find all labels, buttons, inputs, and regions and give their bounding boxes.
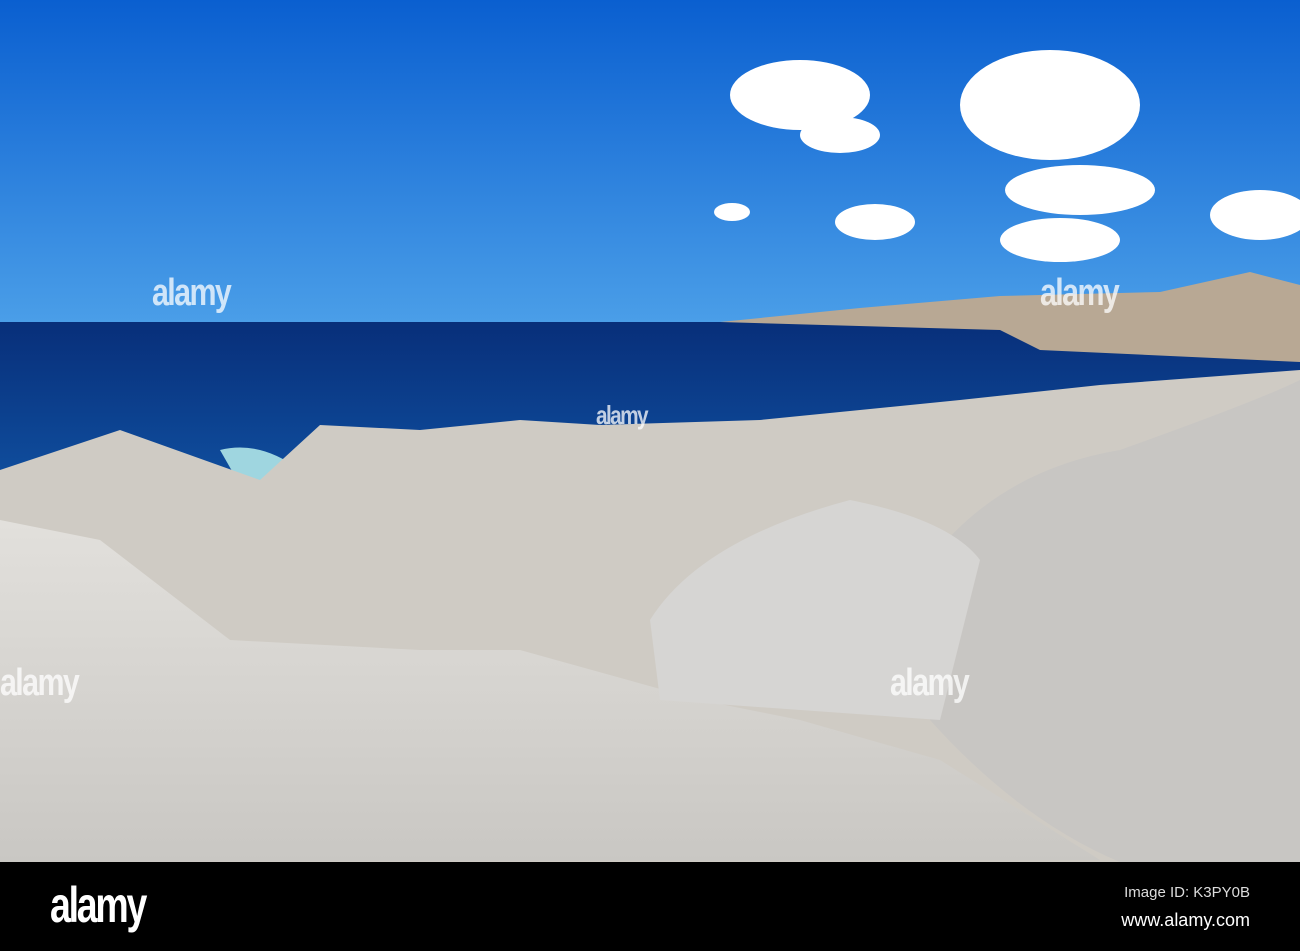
watermark: alamy xyxy=(0,662,80,704)
watermark: alamy xyxy=(596,400,649,430)
footer-bar: alamy Image ID: K3PY0B www.alamy.com xyxy=(0,862,1300,951)
site-url[interactable]: www.alamy.com xyxy=(1121,910,1250,931)
watermark: alamy xyxy=(152,272,232,314)
alamy-logo: alamy xyxy=(50,877,147,933)
watermark: alamy xyxy=(890,662,970,704)
watermark: alamy xyxy=(1040,272,1120,314)
photo: alamy alamy alamy alamy alamy xyxy=(0,0,1300,862)
landscape-image xyxy=(0,0,1300,862)
image-id: Image ID: K3PY0B xyxy=(1124,884,1250,901)
